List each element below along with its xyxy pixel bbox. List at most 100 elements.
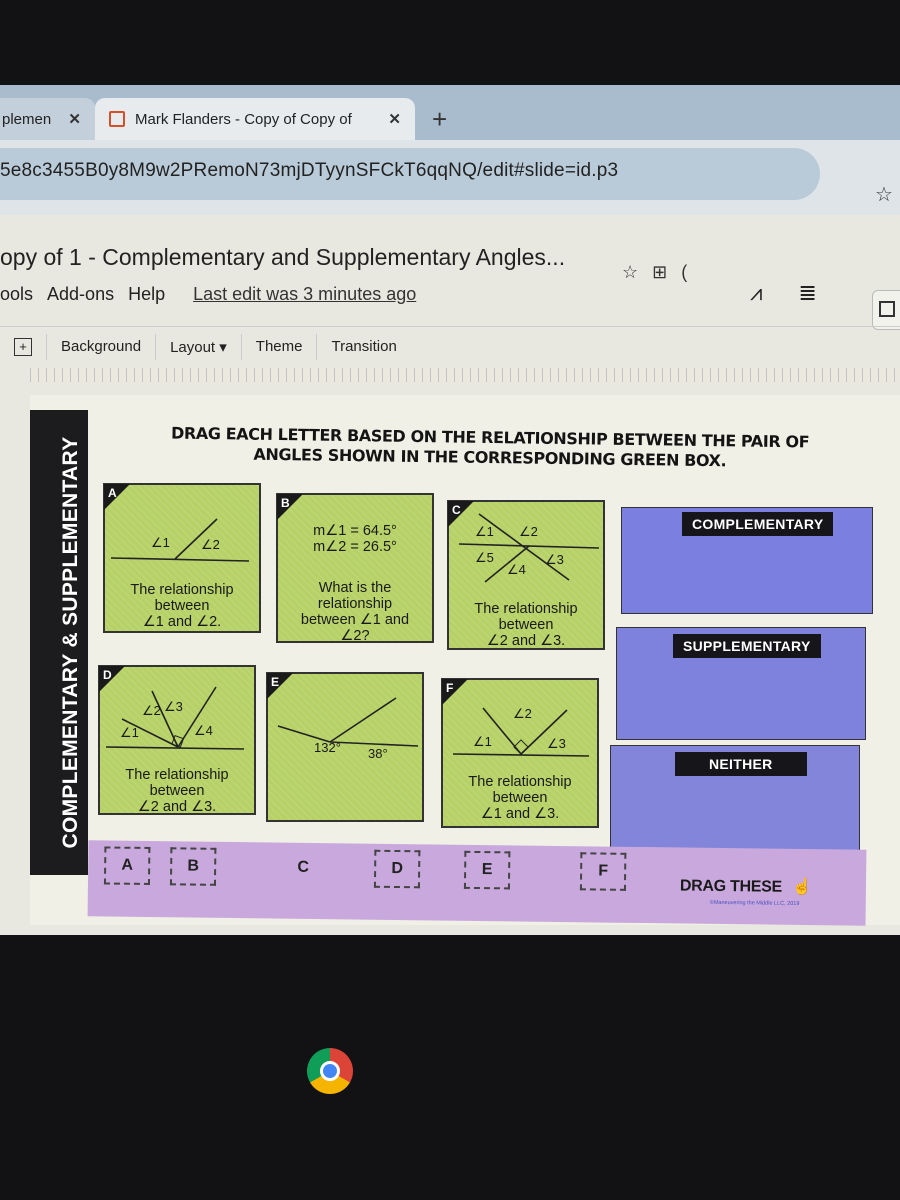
desc-line: between ∠1 and (300, 612, 410, 628)
transition-button[interactable]: Transition (317, 334, 410, 360)
menu-add-ons[interactable]: Add-ons (47, 284, 114, 305)
angle-label: ∠2 (513, 706, 532, 721)
drag-these-text: DRAG THESE (679, 877, 782, 896)
chrome-icon[interactable] (307, 1048, 353, 1094)
drag-tile-f[interactable]: F (579, 852, 627, 891)
desc-line: ∠2 and ∠3. (486, 633, 566, 649)
angle-label: ∠2 (201, 537, 220, 552)
menu-help[interactable]: Help (128, 284, 165, 305)
card-description: What is the relationship between ∠1 and … (278, 580, 432, 644)
angle-label: ∠1 (473, 734, 492, 749)
document-title[interactable]: opy of 1 - Complementary and Supplementa… (0, 244, 565, 271)
line (105, 746, 245, 750)
angle-label: ∠4 (194, 723, 213, 738)
menu-tools[interactable]: ools (0, 284, 33, 305)
angle-measure-label: 132° (314, 740, 341, 755)
last-edit-link[interactable]: Last edit was 3 minutes ago (193, 284, 416, 305)
desc-line: ∠1 and ∠2. (142, 614, 222, 630)
drop-zone-neither[interactable]: NEITHER (610, 745, 860, 857)
header-right-icons: ⩘ ≣ (750, 280, 817, 306)
add-comment-button[interactable]: + (0, 333, 47, 360)
card-d: D ∠2 ∠3 ∠1 ∠4 The relationship between ∠… (98, 665, 256, 815)
drop-zone-label: COMPLEMENTARY (682, 512, 834, 536)
angle-label: ∠3 (545, 552, 564, 567)
chrome-icon-center (320, 1061, 340, 1081)
copyright-text: ©Maneuvering the Middle LLC, 2019 (709, 899, 800, 907)
angle-measure-label: 38° (368, 746, 388, 761)
present-button[interactable] (872, 290, 900, 330)
horizontal-ruler (30, 368, 900, 382)
measure-angle-2: m∠2 = 26.5° (313, 539, 397, 555)
close-icon[interactable]: ✕ (388, 110, 401, 128)
drop-zone-label: SUPPLEMENTARY (673, 634, 821, 658)
card-letter: B (281, 496, 290, 510)
layout-dropdown[interactable]: Layout ▾ (156, 333, 242, 360)
comments-icon[interactable]: ≣ (798, 280, 816, 306)
browser-tab-inactive[interactable]: plemen ✕ (0, 98, 95, 140)
angle-pair-diagram (277, 697, 419, 747)
tab-title: plemen (2, 110, 52, 128)
angle-label: ∠5 (475, 550, 494, 565)
drag-tile-a[interactable]: A (103, 846, 151, 886)
toolbar: + Background Layout ▾ Theme Transition (0, 326, 900, 366)
card-e: E 132° 38° (266, 672, 424, 822)
add-comment-icon: + (14, 337, 32, 356)
angle-label: ∠3 (547, 736, 566, 751)
desc-line: The relationship (125, 767, 229, 783)
background-button[interactable]: Background (47, 333, 157, 360)
desc-line: relationship (317, 596, 393, 612)
card-f: F ∠2 ∠1 ∠3 The relationship between ∠1 a… (441, 678, 599, 828)
line (110, 557, 250, 562)
theme-button[interactable]: Theme (242, 333, 318, 360)
drop-zone-supplementary[interactable]: SUPPLEMENTARY (616, 627, 866, 740)
angle-label: ∠1 (120, 725, 139, 740)
title-icons: ☆ ⊞ ( (622, 262, 687, 283)
menu-bar: ools Add-ons Help Last edit was 3 minute… (0, 284, 416, 305)
screen: plemen ✕ Mark Flanders - Copy of Copy of… (0, 0, 900, 1200)
ray (329, 697, 397, 743)
drag-tile-b[interactable]: B (169, 847, 217, 886)
drag-tile-d[interactable]: D (373, 849, 421, 889)
draggable-tray: A B C D E F DRAG THESE ☝ ©Maneuvering th… (87, 840, 867, 926)
angle-label: ∠2 (142, 703, 161, 718)
drop-zone-label: NEITHER (675, 752, 807, 776)
angle-label: ∠1 (151, 535, 170, 550)
card-c: C ∠1 ∠2 ∠5 ∠4 ∠3 The relationship betwee… (447, 500, 605, 650)
tab-title: Mark Flanders - Copy of Copy of (135, 110, 352, 128)
desc-line: ∠1 and ∠3. (480, 806, 560, 822)
measure-angle-1: m∠1 = 64.5° (313, 523, 397, 539)
browser-tab-active[interactable]: Mark Flanders - Copy of Copy of ✕ (95, 98, 415, 140)
card-a: A ∠1 ∠2 The relationship between ∠1 and … (103, 483, 261, 633)
desc-line: between (498, 617, 554, 633)
star-icon[interactable]: ☆ (622, 262, 638, 283)
pointing-hand-icon: ☝ (791, 878, 812, 897)
move-to-folder-icon[interactable]: ⊞ (652, 262, 667, 283)
desc-line: between (149, 783, 205, 799)
card-b: B m∠1 = 64.5° m∠2 = 26.5° What is the re… (276, 493, 434, 644)
desc-line: between (154, 598, 210, 614)
close-icon[interactable]: ✕ (68, 110, 81, 128)
angle-label: ∠3 (164, 699, 183, 714)
desc-line: What is the (318, 580, 392, 596)
card-description: The relationship between ∠1 and ∠3. (443, 774, 597, 822)
drag-tile-e[interactable]: E (463, 850, 511, 890)
drag-these-label: DRAG THESE ☝ (680, 875, 812, 897)
bookmark-star-icon[interactable]: ☆ (875, 182, 893, 207)
desc-line: The relationship (130, 582, 234, 598)
sidebar-title: COMPLEMENTARY & SUPPLEMENTARY (59, 436, 82, 849)
desc-line: The relationship (474, 601, 578, 617)
card-description: The relationship between ∠2 and ∠3. (449, 601, 603, 649)
angle-label: ∠1 (475, 524, 494, 539)
desc-line: The relationship (468, 774, 572, 790)
card-description: The relationship between ∠2 and ∠3. (100, 767, 254, 815)
drop-zone-complementary[interactable]: COMPLEMENTARY (621, 507, 873, 614)
url-text[interactable]: 5e8c3455B0y8M9w2PRemoN73mjDTyynSFCkT6qqN… (0, 160, 618, 182)
angle-label: ∠4 (507, 562, 526, 577)
slides-favicon-icon (109, 111, 125, 127)
new-tab-button[interactable]: + (432, 104, 447, 135)
desc-line: between (492, 790, 548, 806)
activity-dashboard-icon[interactable]: ⩘ (750, 280, 762, 306)
desc-line: ∠2? (340, 628, 370, 644)
angle-label: ∠2 (519, 524, 538, 539)
drag-tile-c[interactable]: C (280, 849, 326, 888)
